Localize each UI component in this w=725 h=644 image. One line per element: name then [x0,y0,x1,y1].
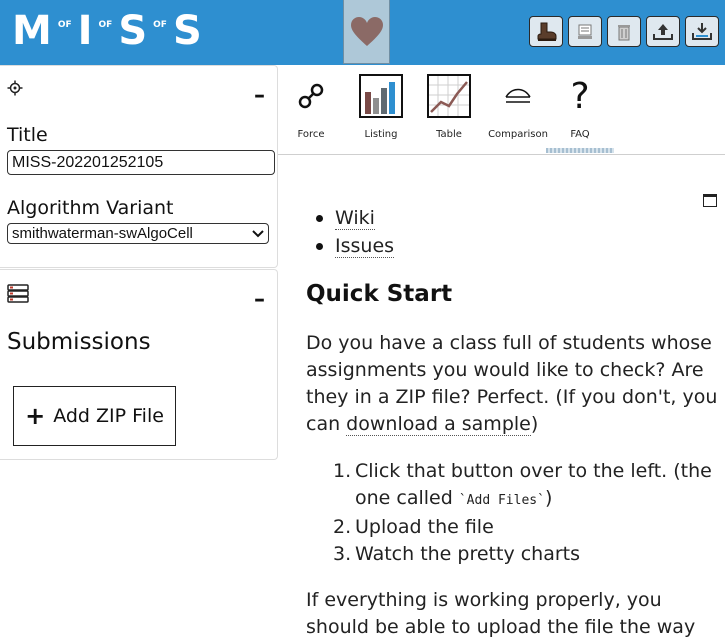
tab-comparison[interactable]: Comparison [486,73,550,153]
wiki-link[interactable]: Wiki [335,207,375,230]
title-label: Title [7,124,48,146]
line-chart-icon [426,73,472,119]
faq-content: Wiki Issues Quick Start Do you have a cl… [278,156,725,644]
bar-chart-icon [358,73,404,119]
gear-icon [7,80,23,96]
intro-text-end: ) [530,413,539,435]
tab-faq[interactable]: ? FAQ [560,73,600,153]
list-item: Wiki [313,204,394,232]
miss-logo: M OF I OF S OF S [12,6,202,56]
add-zip-file-label: Add ZIP File [53,405,164,427]
tab-label: FAQ [570,129,590,140]
tab-table[interactable]: Table [426,73,472,153]
algorithm-variant-label: Algorithm Variant [7,197,174,219]
tab-label: Table [436,129,462,140]
maximize-icon[interactable] [703,194,717,207]
tab-listing[interactable]: Listing [358,73,404,153]
toolbar [529,16,719,47]
logo-letter: I [77,8,93,54]
logo-separator: OF [57,20,72,30]
heart-button[interactable] [343,0,390,64]
intro-paragraph: Do you have a class full of students who… [306,330,718,438]
step-number: 2. [333,516,352,538]
collapse-button[interactable]: – [254,85,265,107]
step-number: 1. [333,460,352,482]
submissions-heading: Submissions [7,329,151,355]
trash-icon [618,24,630,40]
save-button[interactable] [685,16,719,47]
active-tab-indicator [546,148,614,153]
logo-separator: OF [98,20,113,30]
step-text-end: ) [544,487,553,509]
algorithm-variant-select[interactable]: smithwaterman-swAlgoCell [7,223,269,244]
chevron-down-icon [252,229,264,237]
save-icon [692,22,712,40]
logo-letter: S [172,8,202,54]
tab-label: Force [297,129,325,140]
settings-panel: – Title MISS-202201252105 Algorithm Vari… [0,65,278,268]
question-icon: ? [570,75,590,117]
step-text: Watch the pretty charts [355,543,581,565]
plus-icon: + [25,402,46,430]
list-item: Issues [313,232,395,260]
logo-separator: OF [153,20,167,30]
inline-code: `Add Files` [458,493,545,508]
list-item: 2. Upload the file [333,514,713,541]
list-item: 3. Watch the pretty charts [333,541,713,568]
issues-link[interactable]: Issues [335,235,395,258]
tab-force[interactable]: Force [288,73,334,153]
outro-paragraph: If everything is working properly, you s… [306,589,696,644]
document-icon [578,24,592,39]
add-zip-file-button[interactable]: + Add ZIP File [13,386,176,446]
books-icon [7,284,29,303]
view-tabs: Force Listing Table Comparison ? FAQ [278,65,725,155]
submissions-panel: – Submissions + Add ZIP File [0,269,278,460]
collapse-button[interactable]: – [254,289,265,311]
link-list: Wiki Issues [313,204,395,260]
boot-icon [537,22,557,41]
logo-letter: M [12,8,52,54]
title-input[interactable]: MISS-202201252105 [7,150,275,175]
step-text: Click that button over to the left. (the… [355,458,713,514]
tab-label: Listing [364,129,398,140]
steps-list: 1. Click that button over to the left. (… [333,458,713,568]
tab-label: Comparison [488,129,548,140]
upload-button[interactable] [646,16,680,47]
download-sample-link[interactable]: download a sample [346,413,531,436]
trash-button[interactable] [607,16,641,47]
list-item: 1. Click that button over to the left. (… [333,458,713,514]
heart-icon [350,16,383,46]
step-number: 3. [333,543,352,565]
app-header: M OF I OF S OF S [0,0,725,65]
force-graph-icon [288,73,334,119]
quick-start-heading: Quick Start [306,281,453,307]
boot-button[interactable] [529,16,563,47]
document-button[interactable] [568,16,602,47]
algorithm-variant-value: smithwaterman-swAlgoCell [12,225,193,242]
step-text: Upload the file [355,516,494,538]
comparison-icon [486,73,550,119]
logo-letter: S [118,8,148,54]
upload-icon [653,23,673,40]
